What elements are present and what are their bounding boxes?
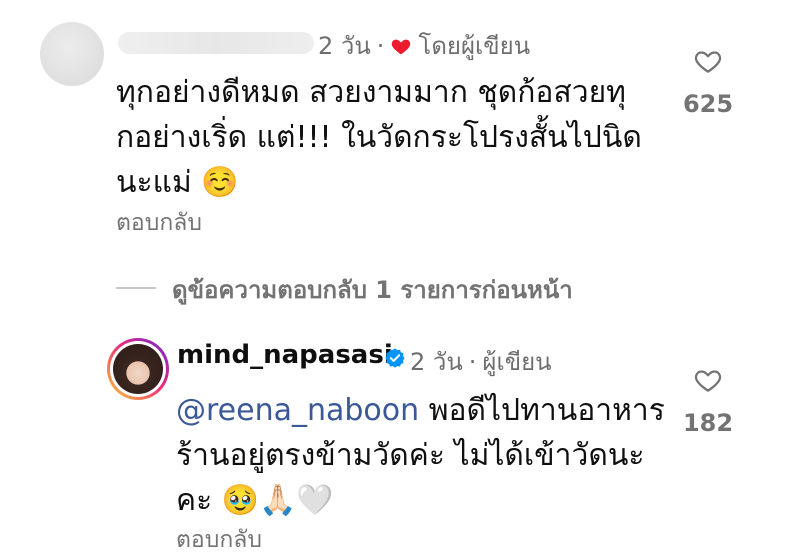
view-previous-replies-button[interactable]: ดูข้อความตอบกลับ 1 รายการก่อนหน้า [172, 270, 573, 309]
avatar-photo [113, 344, 163, 394]
commenter-username-blurred[interactable] [118, 32, 314, 54]
comment2-like-count: 182 [682, 409, 734, 437]
replies-divider [116, 287, 156, 289]
meta-separator: · [468, 347, 477, 376]
avatar-inner-border [110, 341, 166, 397]
comment1-time: 2 วัน [318, 32, 371, 60]
meta-separator: · [376, 31, 385, 60]
comment2-reply-button[interactable]: ตอบกลับ [176, 522, 262, 558]
comment2-username[interactable]: mind_napasasi [177, 340, 393, 370]
comment1-text: ทุกอย่างดีหมด สวยงามมาก ชุดก้อสวยทุกอย่า… [116, 75, 642, 200]
author-avatar[interactable] [107, 338, 169, 400]
heart-filled-icon [392, 39, 411, 54]
heart-outline-icon[interactable] [693, 365, 723, 395]
mention-link[interactable]: @reena_naboon [176, 393, 419, 428]
comment2-like: 182 [663, 365, 753, 437]
comment1-reply-button[interactable]: ตอบกลับ [116, 205, 202, 241]
commenter-avatar[interactable] [40, 22, 104, 86]
comment2-text-block: @reena_naboon พอดีไปทานอาหารร้านอยู่ตรงข… [176, 388, 676, 523]
heart-outline-icon[interactable] [693, 46, 723, 76]
comment1-meta: 2 วัน · โดยผู้เขียน [318, 26, 530, 65]
comment1-like-count: 625 [682, 90, 734, 118]
comment2-meta: 2 วัน · ผู้เขียน [410, 342, 552, 381]
liked-by-author-label: โดยผู้เขียน [418, 32, 531, 60]
comment2-time: 2 วัน [410, 348, 463, 376]
comment1-like: 625 [663, 46, 753, 118]
verified-badge-icon [385, 348, 405, 368]
author-label: ผู้เขียน [482, 348, 552, 376]
